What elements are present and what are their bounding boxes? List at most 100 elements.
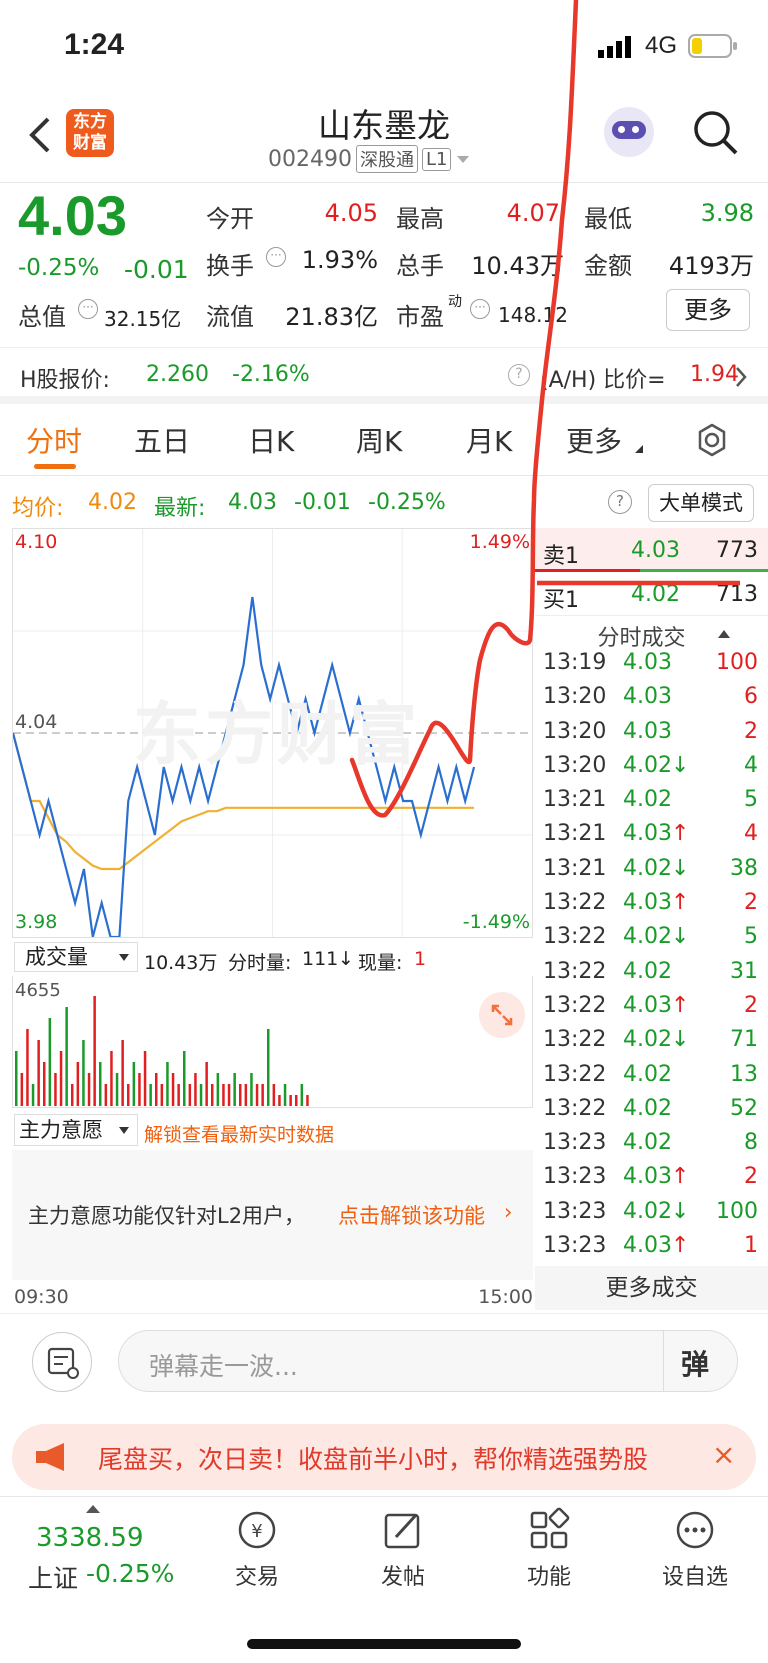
latest-label: 最新:	[154, 496, 206, 521]
signal-icon	[598, 36, 631, 58]
ticks-title-row[interactable]: 分时成交	[535, 616, 768, 651]
tab-five-day[interactable]: 五日	[134, 420, 190, 460]
nav-function[interactable]: 功能	[494, 1507, 604, 1591]
settings-gear-icon[interactable]	[694, 422, 730, 458]
tick-time: 13:23	[543, 1130, 607, 1156]
volume-bar	[261, 1084, 264, 1106]
unlock-link[interactable]: 解锁查看最新实时数据	[144, 1120, 334, 1147]
nav-watchlist[interactable]: 设自选	[640, 1507, 750, 1591]
more-trades-button[interactable]: 更多成交	[535, 1266, 768, 1310]
bottom-nav: 3338.59 上证 -0.25% ¥ 交易 发帖 功能 设自选	[0, 1496, 768, 1663]
pe-label: 市盈	[396, 303, 444, 331]
ah-ratio-label: (A/H) 比价=	[540, 368, 666, 393]
pct-high-label: 1.49%	[469, 531, 530, 553]
up-arrow-icon: ↑	[671, 821, 690, 847]
promo-text: 尾盘买，次日卖！收盘前半小时，帮你精选强势股	[98, 1445, 649, 1474]
nav-trade[interactable]: ¥ 交易	[202, 1507, 312, 1591]
tick-time: 13:22	[543, 1061, 607, 1087]
tick-price: 4.03	[623, 1164, 672, 1190]
unlock-feature-link[interactable]: 点击解锁该功能	[338, 1200, 485, 1230]
volume-bar	[59, 1051, 63, 1106]
low-label: 最低	[584, 205, 632, 233]
tick-qty: 2	[744, 992, 758, 1018]
volume-bar	[244, 1084, 248, 1106]
pe-info-icon[interactable]: ···	[470, 299, 490, 319]
tab-day-k[interactable]: 日K	[248, 420, 294, 460]
volume-bar	[26, 1029, 29, 1106]
stock-code-row[interactable]: 002490 深股通 L1	[268, 145, 471, 173]
volume-bar	[250, 1073, 253, 1106]
svg-text:¥: ¥	[251, 1521, 262, 1542]
volume-bar	[289, 1095, 292, 1106]
tick-row: 13:22 4.02 ↓ 5	[535, 924, 768, 958]
y-high-label: 4.10	[15, 531, 58, 553]
tab-week-k[interactable]: 周K	[356, 420, 402, 460]
volume-chart[interactable]: 4655	[12, 976, 533, 1108]
barrage-send-button[interactable]: 弹	[681, 1343, 709, 1383]
quote-panel: 4.03 -0.25% -0.01 总值 ··· 32.15亿 今开 4.05 …	[0, 183, 768, 348]
volume-dropdown[interactable]: 成交量	[14, 942, 138, 972]
close-icon[interactable]: ×	[712, 1438, 735, 1471]
home-indicator	[247, 1639, 521, 1649]
barrage-settings-icon[interactable]	[32, 1332, 92, 1392]
volume-bar	[132, 1062, 136, 1106]
megaphone-icon	[36, 1443, 64, 1471]
tick-time: 13:21	[543, 821, 607, 847]
change-pct: -0.25%	[18, 255, 100, 281]
hshare-row[interactable]: H股报价: 2.260 -2.16% ? (A/H) 比价= 1.94	[0, 348, 768, 404]
volume-bar	[20, 1073, 24, 1106]
current-volume-label: 现量:	[358, 952, 403, 974]
nav-post[interactable]: 发帖	[348, 1507, 458, 1591]
turnover-label: 换手	[206, 252, 254, 280]
barrage-input[interactable]: 弹幕走一波... 弹	[118, 1330, 738, 1392]
watermark: 东方财富	[133, 696, 422, 775]
volume-bar	[71, 1084, 74, 1106]
more-dots-icon	[676, 1511, 714, 1549]
collapse-caret-icon	[718, 630, 730, 638]
tab-more[interactable]: 更多	[566, 420, 622, 460]
tick-price: 4.02	[623, 855, 672, 881]
chart-tabs: 分时 五日 日K 周K 月K 更多	[0, 404, 768, 476]
volume-bar	[255, 1084, 259, 1106]
tick-price: 4.03	[623, 718, 672, 744]
tick-qty: 4	[744, 752, 758, 778]
big-order-mode-button[interactable]: 大单模式	[648, 484, 754, 522]
minute-volume-label: 分时量:	[228, 952, 292, 974]
tick-row: 13:20 4.03 2	[535, 719, 768, 753]
hshare-change: -2.16%	[232, 362, 310, 387]
turnover-info-icon[interactable]: ···	[266, 247, 286, 267]
promo-banner[interactable]: 尾盘买，次日卖！收盘前半小时，帮你精选强势股 ×	[12, 1424, 756, 1490]
volume-bar	[233, 1073, 236, 1106]
stock-code: 002490	[268, 146, 352, 172]
robot-avatar[interactable]	[604, 107, 654, 157]
tick-qty: 8	[744, 1130, 758, 1156]
pe-value: 148.12	[498, 303, 568, 327]
corner-triangle-icon	[635, 445, 643, 453]
info-dots-icon[interactable]: ···	[78, 299, 98, 319]
volume-chart-svg	[15, 996, 309, 1106]
market-tag: 深股通	[355, 145, 418, 173]
expand-icon[interactable]	[479, 992, 525, 1038]
intraday-chart[interactable]: 东方财富 4.10 3.98 1.49% -1.49% 4.04	[12, 528, 533, 938]
tab-intraday[interactable]: 分时	[26, 420, 82, 460]
tick-row: 13:20 4.03 6	[535, 684, 768, 718]
main-force-dropdown[interactable]: 主力意愿	[14, 1114, 138, 1146]
ask-qty: 773	[716, 538, 758, 563]
tick-time: 13:22	[543, 992, 607, 1018]
latest-pct: -0.25%	[368, 490, 446, 515]
volume-bar	[160, 1084, 164, 1106]
volume-bar	[155, 1073, 158, 1106]
comment-bar: 弹幕走一波... 弹	[0, 1313, 768, 1413]
ah-ratio-value: 1.94	[690, 362, 739, 387]
volume-bar	[104, 1084, 108, 1106]
volume-bar	[99, 1062, 102, 1106]
tick-qty: 5	[744, 924, 758, 950]
help-icon[interactable]: ?	[608, 490, 632, 514]
more-button[interactable]: 更多	[666, 289, 750, 331]
tick-time: 13:23	[543, 1198, 607, 1224]
search-icon[interactable]	[692, 109, 740, 157]
volume-bar	[205, 1062, 208, 1106]
tab-month-k[interactable]: 月K	[466, 420, 512, 460]
barrage-placeholder: 弹幕走一波...	[149, 1352, 298, 1381]
help-icon[interactable]: ?	[508, 364, 530, 386]
